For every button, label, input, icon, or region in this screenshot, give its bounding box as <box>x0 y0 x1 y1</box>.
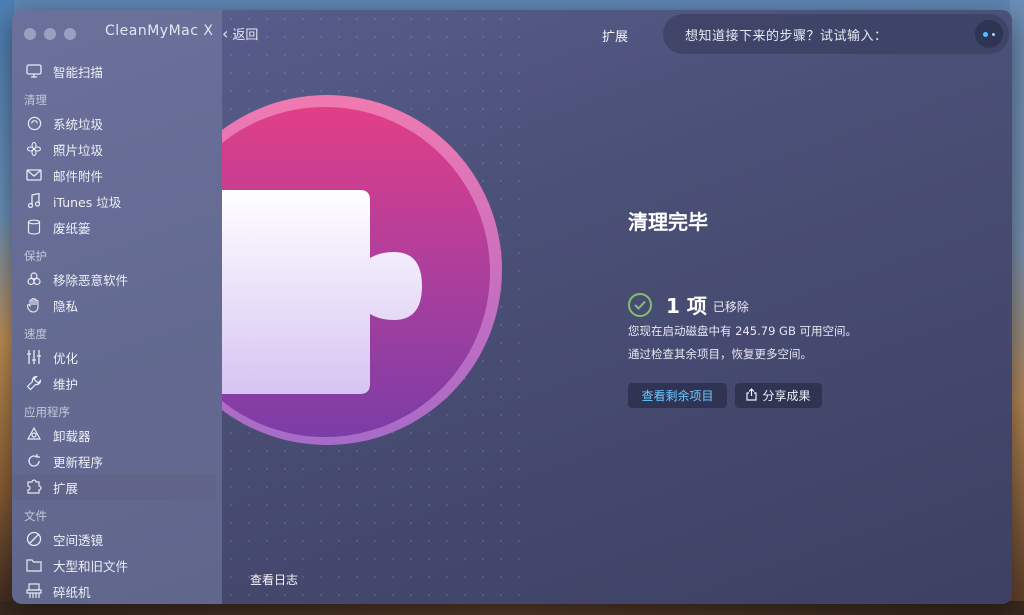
sidebar-item-itunes-junk[interactable]: iTunes 垃圾 <box>12 188 222 214</box>
check-circle-icon <box>628 292 652 317</box>
sidebar-item-label: 智能扫描 <box>53 64 104 80</box>
app-window: CleanMyMac X 智能扫描 清理 系统垃圾 照片垃圾 邮件附件 iTun… <box>12 10 1012 604</box>
share-icon <box>746 387 758 404</box>
view-log-button[interactable]: 查看日志 <box>250 571 298 588</box>
update-icon <box>25 452 43 470</box>
assistant-dot-icon <box>983 31 988 37</box>
sidebar-item-label: 碎纸机 <box>53 584 91 600</box>
sidebar-item-label: 废纸篓 <box>53 220 91 236</box>
sidebar-item-system-junk[interactable]: 系统垃圾 <box>12 110 222 136</box>
back-button[interactable]: ‹ 返回 <box>222 24 259 44</box>
space-lens-icon <box>25 530 43 548</box>
sidebar-item-extensions[interactable]: 扩展 <box>12 474 216 500</box>
puzzle-piece-icon <box>222 190 422 394</box>
sidebar-section-title: 保护 <box>24 249 47 263</box>
system-junk-icon <box>25 114 43 132</box>
hint-text: 通过检查其余项目，恢复更多空间。 <box>628 347 812 361</box>
sidebar-item-label: 卸载器 <box>53 428 91 444</box>
sidebar-item-label: 照片垃圾 <box>53 142 104 158</box>
result-title: 清理完毕 <box>628 210 708 234</box>
monitor-icon <box>25 62 43 80</box>
sidebar-item-privacy[interactable]: 隐私 <box>12 292 222 318</box>
sidebar-item-label: 系统垃圾 <box>53 116 104 132</box>
sidebar: CleanMyMac X 智能扫描 清理 系统垃圾 照片垃圾 邮件附件 iTun… <box>12 10 222 604</box>
flower-icon <box>25 140 43 158</box>
sidebar-item-malware-removal[interactable]: 移除恶意软件 <box>12 266 222 292</box>
extension-icon <box>25 478 43 496</box>
sidebar-item-label: 移除恶意软件 <box>53 272 129 288</box>
app-title: CleanMyMac X <box>105 23 214 39</box>
assistant-button[interactable] <box>975 20 1003 48</box>
window-controls <box>24 28 76 40</box>
sidebar-item-label: 维护 <box>53 376 79 392</box>
sidebar-item-uninstaller[interactable]: 卸载器 <box>12 422 222 448</box>
sidebar-item-shredder[interactable]: 碎纸机 <box>12 578 222 604</box>
music-note-icon <box>25 192 43 210</box>
free-space-text: 您现在启动磁盘中有 245.79 GB 可用空间。 <box>628 324 858 338</box>
sidebar-section-title: 清理 <box>24 93 47 107</box>
sidebar-item-space-lens[interactable]: 空间透镜 <box>12 526 222 552</box>
assistant-prompt: 想知道接下来的步骤？试试输入： <box>685 28 888 44</box>
zoom-window-button[interactable] <box>64 28 76 40</box>
sidebar-item-label: 扩展 <box>53 480 79 496</box>
mail-icon <box>25 166 43 184</box>
page-title: 扩展 <box>602 30 629 45</box>
view-remaining-button[interactable]: 查看剩余项目 <box>628 383 727 408</box>
removed-summary: 1 项 已移除 <box>628 290 749 319</box>
sliders-icon <box>25 348 43 366</box>
uninstaller-icon <box>25 426 43 444</box>
chevron-left-icon: ‹ <box>222 24 229 43</box>
sidebar-item-smart-scan[interactable]: 智能扫描 <box>12 58 222 84</box>
sidebar-section-title: 文件 <box>24 509 47 523</box>
close-window-button[interactable] <box>24 28 36 40</box>
wrench-icon <box>25 374 43 392</box>
sidebar-item-optimization[interactable]: 优化 <box>12 344 222 370</box>
assistant-dot-small-icon <box>992 32 995 36</box>
sidebar-item-large-old-files[interactable]: 大型和旧文件 <box>12 552 222 578</box>
sidebar-nav: 智能扫描 清理 系统垃圾 照片垃圾 邮件附件 iTunes 垃圾 废纸篓 保护 … <box>12 58 222 604</box>
sidebar-item-photo-junk[interactable]: 照片垃圾 <box>12 136 222 162</box>
share-button-label: 分享成果 <box>762 389 811 403</box>
shredder-icon <box>25 582 43 600</box>
biohazard-icon <box>25 270 43 288</box>
sidebar-item-label: 更新程序 <box>53 454 104 470</box>
sidebar-item-maintenance[interactable]: 维护 <box>12 370 222 396</box>
back-button-label: 返回 <box>232 28 259 43</box>
hero-illustration <box>222 10 522 604</box>
minimize-window-button[interactable] <box>44 28 56 40</box>
sidebar-section-title: 速度 <box>24 327 47 341</box>
folder-icon <box>25 556 43 574</box>
assistant-bar[interactable]: 想知道接下来的步骤？试试输入： <box>663 14 1009 54</box>
sidebar-item-label: 隐私 <box>53 298 79 314</box>
sidebar-item-label: 优化 <box>53 350 79 366</box>
sidebar-item-updater[interactable]: 更新程序 <box>12 448 222 474</box>
sidebar-item-trash[interactable]: 废纸篓 <box>12 214 222 240</box>
sidebar-item-label: 邮件附件 <box>53 168 104 184</box>
hand-icon <box>25 296 43 314</box>
desktop-wallpaper-right <box>1010 0 1024 615</box>
removed-label: 已移除 <box>712 300 749 314</box>
sidebar-section-title: 应用程序 <box>24 405 70 419</box>
sidebar-item-mail-attachments[interactable]: 邮件附件 <box>12 162 222 188</box>
trash-icon <box>25 218 43 236</box>
share-results-button[interactable]: 分享成果 <box>735 383 822 408</box>
removed-count: 1 项 <box>666 294 707 318</box>
sidebar-item-label: 大型和旧文件 <box>53 558 129 574</box>
sidebar-item-label: 空间透镜 <box>53 532 104 548</box>
sidebar-item-label: iTunes 垃圾 <box>53 194 122 210</box>
